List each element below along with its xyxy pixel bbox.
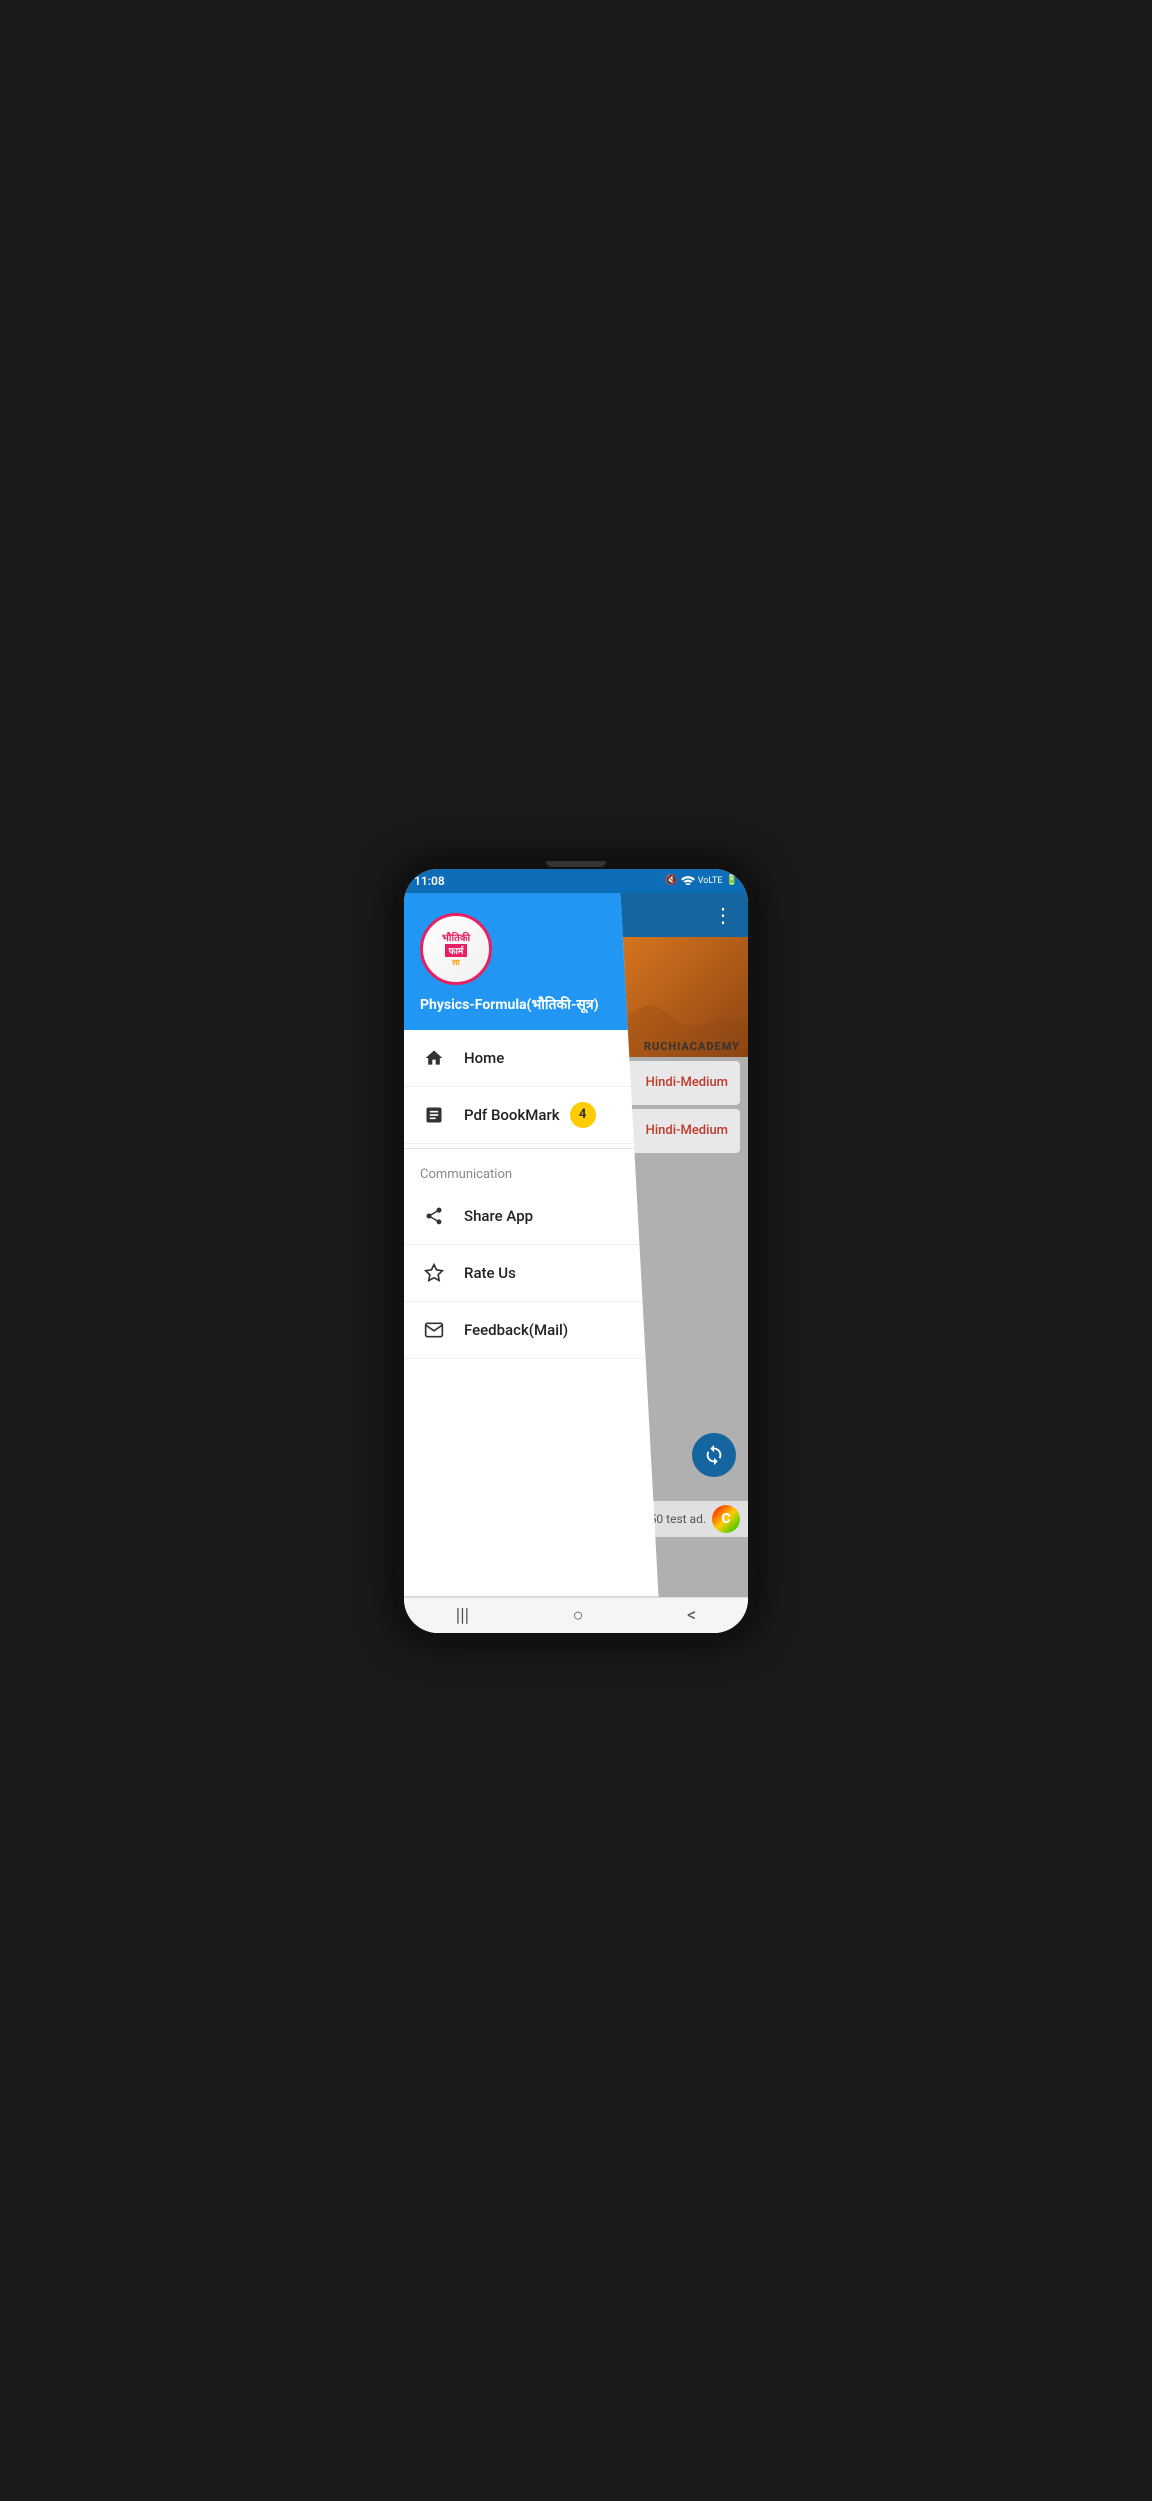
app-title: Physics-Formula(भौतिकी-सूत्र) xyxy=(420,995,599,1014)
mail-icon xyxy=(420,1316,448,1344)
home-icon xyxy=(420,1044,448,1072)
bookmark-label: Pdf BookMark xyxy=(464,1106,560,1124)
share-label: Share App xyxy=(464,1207,533,1225)
logo-line3: ला xyxy=(452,957,460,968)
section-communication-label: Communication xyxy=(404,1153,659,1188)
status-time: 11:08 xyxy=(414,874,445,888)
ad-text: 50 test ad. xyxy=(650,1512,706,1526)
recents-icon: ||| xyxy=(456,1605,469,1626)
feedback-label: Feedback(Mail) xyxy=(464,1321,568,1339)
more-options-icon[interactable]: ⋮ xyxy=(713,903,734,927)
nav-item-home[interactable]: Home xyxy=(404,1030,659,1087)
back-button[interactable]: < xyxy=(671,1601,712,1630)
home-button[interactable]: ○ xyxy=(557,1601,600,1630)
home-circle-icon: ○ xyxy=(573,1605,584,1626)
ad-logo: C xyxy=(712,1505,740,1533)
nav-item-share[interactable]: Share App xyxy=(404,1188,659,1245)
recents-button[interactable]: ||| xyxy=(440,1601,485,1630)
signal-icon: VoLTE xyxy=(698,876,723,886)
app-logo: भौतिकी फार्म ला xyxy=(420,913,492,985)
bookmark-badge: 4 xyxy=(570,1102,596,1128)
share-icon xyxy=(420,1202,448,1230)
mute-icon: 🔇 xyxy=(665,875,677,886)
rate-label: Rate Us xyxy=(464,1264,516,1282)
bookmark-icon xyxy=(420,1101,448,1129)
list-item-1-label: Hindi-Medium xyxy=(646,1075,728,1090)
phone-frame: 11:08 🔇 VoLTE 🔋 ⋮ HAN xyxy=(396,861,756,1641)
star-icon xyxy=(420,1259,448,1287)
logo-inner: भौतिकी फार्म ला xyxy=(442,930,470,968)
nav-item-bookmark[interactable]: Pdf BookMark 4 xyxy=(404,1087,659,1144)
bottom-navigation: ||| ○ < xyxy=(404,1597,748,1633)
academy-text: RUCHIACADEMY xyxy=(644,1040,740,1053)
phone-inner: 11:08 🔇 VoLTE 🔋 ⋮ HAN xyxy=(404,869,748,1633)
notch xyxy=(546,861,606,867)
nav-item-feedback[interactable]: Feedback(Mail) xyxy=(404,1302,659,1359)
battery-icon: 🔋 xyxy=(726,875,738,886)
back-icon: < xyxy=(687,1605,696,1626)
status-icons: 🔇 VoLTE 🔋 xyxy=(665,873,738,888)
divider xyxy=(404,1148,659,1149)
logo-line1: भौतिकी xyxy=(442,930,470,944)
nav-item-rate[interactable]: Rate Us xyxy=(404,1245,659,1302)
home-label: Home xyxy=(464,1049,504,1067)
navigation-drawer: भौतिकी फार्म ला Physics-Formula(भौतिकी-स… xyxy=(404,893,659,1597)
list-item-2-label: Hindi-Medium xyxy=(646,1123,728,1138)
wifi-icon xyxy=(681,873,695,888)
status-bar: 11:08 🔇 VoLTE 🔋 xyxy=(404,869,748,893)
content-area: ⋮ HAN offline RUCHIACADEMY Hindi-Medium … xyxy=(404,893,748,1597)
drawer-header: भौतिकी फार्म ला Physics-Formula(भौतिकी-स… xyxy=(404,893,659,1030)
fab-button[interactable] xyxy=(692,1433,736,1477)
logo-line2: फार्म xyxy=(445,944,468,957)
drawer-nav: Home Pdf BookMark 4 Communication xyxy=(404,1030,659,1597)
